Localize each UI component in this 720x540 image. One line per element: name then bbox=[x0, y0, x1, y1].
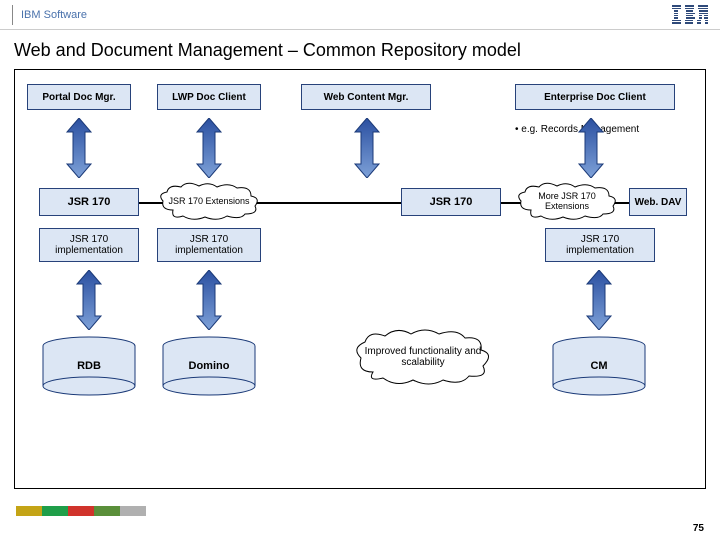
diagram-frame: Portal Doc Mgr. LWP Doc Client Web Conte… bbox=[14, 69, 706, 489]
cyl-cm-label: CM bbox=[590, 360, 607, 372]
page-number: 75 bbox=[693, 523, 704, 534]
box-impl-3: JSR 170 implementation bbox=[545, 228, 655, 262]
arrow-top-1 bbox=[63, 118, 95, 178]
arrow-top-4 bbox=[575, 118, 607, 178]
slide-header: IBM Software bbox=[0, 0, 720, 30]
arrow-bot-1 bbox=[73, 270, 105, 330]
box-web-content-mgr: Web Content Mgr. bbox=[301, 84, 431, 110]
arrow-bot-2 bbox=[193, 270, 225, 330]
slide-title: Web and Document Management – Common Rep… bbox=[0, 30, 720, 69]
box-jsr170-1: JSR 170 bbox=[39, 188, 139, 216]
cloud-improved: Improved functionality and scalability bbox=[353, 328, 493, 386]
footer-color-bar bbox=[16, 506, 236, 516]
cyl-rdb-label: RDB bbox=[77, 360, 101, 372]
cloud-text-ext-1: JSR 170 Extensions bbox=[160, 197, 257, 207]
box-portal-doc-mgr: Portal Doc Mgr. bbox=[27, 84, 131, 110]
cloud-jsr170-ext-2: More JSR 170 Extensions bbox=[515, 182, 619, 222]
cloud-text-ext-2: More JSR 170 Extensions bbox=[515, 192, 619, 212]
cloud-jsr170-ext-1: JSR 170 Extensions bbox=[157, 182, 261, 222]
arrow-top-2 bbox=[193, 118, 225, 178]
cloud-improved-text: Improved functionality and scalability bbox=[353, 346, 493, 368]
arrow-top-3 bbox=[351, 118, 383, 178]
ibm-logo-icon bbox=[672, 5, 708, 23]
box-impl-2: JSR 170 implementation bbox=[157, 228, 261, 262]
cylinder-cm: CM bbox=[551, 336, 647, 396]
brand-label: IBM Software bbox=[21, 9, 87, 21]
box-lwp-doc-client: LWP Doc Client bbox=[157, 84, 261, 110]
cyl-domino-label: Domino bbox=[189, 360, 230, 372]
header-separator bbox=[12, 5, 13, 25]
box-enterprise-doc-client: Enterprise Doc Client bbox=[515, 84, 675, 110]
header-left: IBM Software bbox=[12, 5, 87, 25]
cylinder-domino: Domino bbox=[161, 336, 257, 396]
cylinder-rdb: RDB bbox=[41, 336, 137, 396]
arrow-bot-3 bbox=[583, 270, 615, 330]
box-jsr170-2: JSR 170 bbox=[401, 188, 501, 216]
box-impl-1: JSR 170 implementation bbox=[39, 228, 139, 262]
box-webdav: Web. DAV bbox=[629, 188, 687, 216]
